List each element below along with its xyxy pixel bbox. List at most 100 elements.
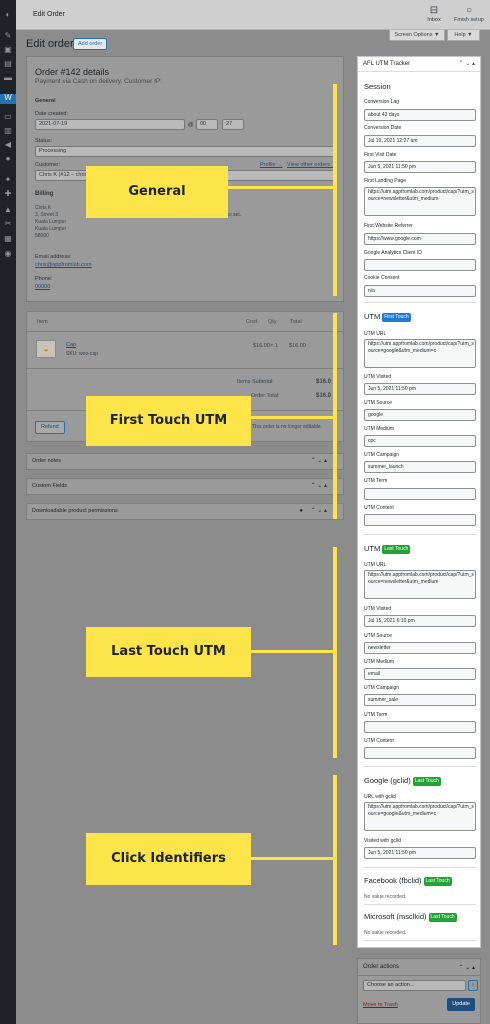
order-action-select[interactable]: Choose an action...	[363, 980, 466, 991]
last-touch-overlay-label: Last Touch UTM	[86, 627, 251, 677]
utm-icon[interactable]: ●	[3, 155, 13, 163]
status-select[interactable]: Processing	[35, 146, 335, 157]
first-utm-term-value	[364, 488, 476, 500]
utm-tracker-controls[interactable]: ⌃ ⌄ ▴	[459, 57, 475, 72]
general-bracket-line	[333, 84, 337, 296]
items-header-divider	[27, 331, 343, 332]
first-touch-utm-word: UTM	[364, 312, 381, 321]
admin-sidebar: ◐ ✎ ▣ ▤ ▬ W ▭ ▥ ◀ ● ✦ ✚ ▲ ✂ ▦ ◉	[0, 0, 16, 1024]
appearance-icon[interactable]: ✦	[3, 176, 13, 184]
dashboard-icon[interactable]: ◐	[3, 11, 13, 19]
hour-input[interactable]: 00	[196, 119, 218, 130]
billing-line-2: 3, Street 3	[35, 212, 59, 218]
last-touch-divider	[364, 766, 476, 767]
marketing-icon[interactable]: ◀	[3, 141, 13, 149]
column-cost: Cost	[246, 319, 258, 325]
gclid-heading: Google (gclid) Last Touch	[364, 776, 441, 786]
msclkid-heading: Microsoft (msclkid) Last Touch	[364, 912, 457, 922]
first-utm-visited-label: UTM Visited	[364, 374, 392, 380]
last-touch-badge: Last Touch	[382, 545, 411, 554]
date-created-input[interactable]: 2021-07-19	[35, 119, 185, 130]
screen-options-button[interactable]: Screen Options ▼	[389, 30, 445, 41]
phone-label: Phone:	[35, 276, 53, 282]
first-touch-heading: UTM First Touch	[364, 312, 411, 322]
fbclid-no-value: No value recorded.	[364, 894, 407, 900]
downloadable-permissions-controls[interactable]: ⌃ ⌄ ▴	[311, 504, 327, 519]
tools-icon[interactable]: ✂	[3, 220, 13, 228]
page-title: Edit order	[26, 38, 74, 50]
products-icon[interactable]: ▭	[3, 113, 13, 121]
last-utm-content-value	[364, 747, 476, 759]
status-label: Status:	[35, 138, 53, 144]
first-touch-divider	[364, 534, 476, 535]
view-other-orders-link[interactable]: View other orders →	[287, 162, 337, 168]
analytics-icon[interactable]: ▥	[3, 127, 13, 135]
progress-ring-icon: ○	[465, 5, 473, 16]
downloadable-permissions-title: Downloadable product permissions	[32, 508, 118, 514]
email-link[interactable]: chris@appfromlab.com	[35, 262, 92, 268]
session-divider	[364, 302, 476, 303]
product-sku: SKU: woo-cap	[66, 351, 98, 357]
first-utm-term-label: UTM Term	[364, 478, 388, 484]
order-notes-title: Order notes	[32, 458, 62, 464]
phone-link[interactable]: 00000	[35, 284, 50, 290]
help-circle-icon[interactable]: ●	[299, 504, 303, 519]
gclid-badge: Last Touch	[412, 777, 441, 786]
column-item: Item	[37, 319, 48, 325]
items-subtotal-value: $16.0	[316, 379, 332, 385]
finish-setup-button[interactable]: ○ Finish setup	[452, 5, 486, 23]
add-order-button[interactable]: Add order	[73, 38, 108, 50]
collapse-menu-icon[interactable]: ◉	[3, 250, 13, 258]
minute-input[interactable]: 27	[222, 119, 244, 130]
custom-fields-title: Custom Fields	[32, 483, 68, 489]
date-created-label: Date created:	[35, 111, 69, 117]
last-utm-medium-label: UTM Medium	[364, 659, 395, 665]
first-landing-page-value: https://utm.appfromlab.com/product/cap/?…	[364, 187, 476, 216]
billing-line-3: Kuala Lumpur	[35, 219, 67, 225]
downloadable-permissions-box[interactable]: Downloadable product permissions ● ⌃ ⌄ ▴	[26, 503, 344, 520]
general-overlay-label: General	[86, 166, 228, 218]
topbar-title: Edit Order	[33, 11, 65, 18]
order-total-label: Order Total:	[251, 393, 280, 399]
not-editable-note: This order is no longer editable.	[252, 424, 323, 430]
item-total: $16.00	[289, 343, 306, 349]
last-touch-connector	[250, 650, 336, 653]
column-qty: Qty	[268, 319, 277, 325]
plugins-icon[interactable]: ✚	[3, 190, 13, 198]
customer-profile-link[interactable]: Profile →	[260, 162, 283, 168]
product-name-link[interactable]: Cap	[66, 342, 76, 348]
order-actions-controls[interactable]: ⌃ ⌄ ▴	[459, 964, 475, 971]
inbox-icon: ⊟	[429, 5, 439, 16]
first-utm-content-value	[364, 514, 476, 526]
order-actions-divider	[358, 975, 480, 976]
help-button[interactable]: Help ▼	[447, 30, 480, 41]
woocommerce-icon[interactable]: W	[0, 94, 16, 104]
settings-sliders-icon[interactable]: ▦	[3, 235, 13, 243]
posts-icon[interactable]: ✎	[3, 32, 13, 40]
column-total: Total	[290, 319, 302, 325]
last-utm-visited-value: Jul 15, 2021 6:10 pm	[364, 615, 476, 627]
general-heading: General	[35, 98, 56, 104]
users-icon[interactable]: ▲	[3, 206, 13, 214]
items-totals-divider	[27, 368, 343, 369]
first-utm-content-label: UTM Content	[364, 505, 394, 511]
first-website-referrer-label: First Website Referrer	[364, 223, 413, 229]
order-notes-controls[interactable]: ⌃ ⌄ ▴	[311, 454, 327, 469]
inbox-button[interactable]: ⊟ Inbox	[417, 5, 451, 23]
order-notes-box[interactable]: Order notes ⌃ ⌄ ▴	[26, 453, 344, 470]
gclid-title: Google (gclid)	[364, 776, 411, 785]
custom-fields-box[interactable]: Custom Fields ⌃ ⌄ ▴	[26, 478, 344, 495]
apply-action-button[interactable]: ›	[468, 980, 478, 991]
comments-icon[interactable]: ▬	[3, 74, 13, 82]
inbox-label: Inbox	[427, 17, 441, 23]
pages-icon[interactable]: ▤	[3, 60, 13, 68]
fbclid-divider	[364, 904, 476, 905]
last-utm-visited-label: UTM Visited	[364, 606, 392, 612]
update-button[interactable]: Update	[447, 998, 475, 1011]
msclkid-divider	[364, 940, 476, 941]
move-to-trash-link[interactable]: Move to Trash	[363, 1002, 398, 1008]
custom-fields-controls[interactable]: ⌃ ⌄ ▴	[311, 479, 327, 494]
refund-button[interactable]: Refund	[35, 421, 65, 434]
conversion-lag-label: Conversion Lag	[364, 99, 400, 105]
media-icon[interactable]: ▣	[3, 46, 13, 54]
